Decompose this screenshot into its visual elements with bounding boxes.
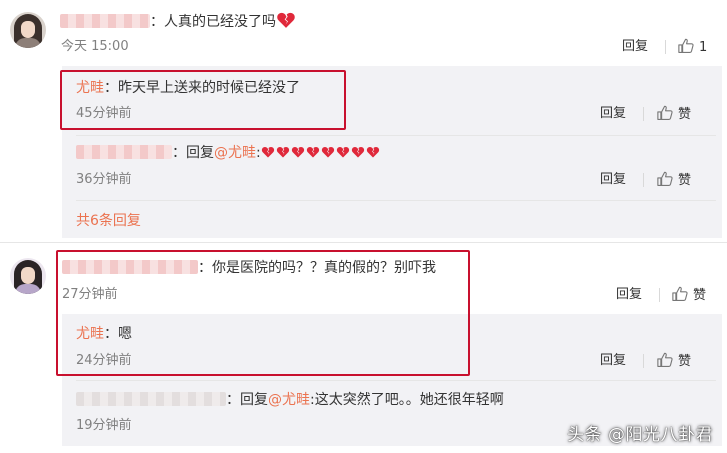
like-button[interactable]: 赞 bbox=[656, 104, 691, 124]
divider bbox=[643, 173, 644, 187]
divider bbox=[643, 354, 644, 368]
reply-time: 19分钟前 bbox=[76, 418, 132, 433]
reply-button[interactable]: 回复 bbox=[600, 171, 626, 189]
broken-heart-icon bbox=[306, 145, 320, 159]
broken-heart-icon bbox=[351, 145, 365, 159]
divider bbox=[76, 200, 716, 201]
reply-button[interactable]: 回复 bbox=[622, 38, 648, 56]
broken-heart-icon bbox=[291, 145, 305, 159]
like-label: 赞 bbox=[678, 354, 692, 369]
thumb-up-icon bbox=[656, 104, 674, 122]
avatar[interactable] bbox=[10, 12, 46, 48]
highlight-box bbox=[60, 70, 346, 130]
username-redacted[interactable] bbox=[60, 14, 150, 28]
broken-heart-icon bbox=[366, 145, 380, 159]
thumb-up-icon bbox=[656, 351, 674, 369]
reply-button[interactable]: 回复 bbox=[600, 105, 626, 123]
username-redacted[interactable] bbox=[76, 145, 172, 159]
broken-heart-icon bbox=[276, 145, 290, 159]
reply-text-line: ：回复@尤畦:这太突然了吧。。她还很年轻啊 bbox=[76, 390, 504, 410]
reply-prefix: ：回复 bbox=[172, 145, 214, 161]
divider bbox=[76, 380, 716, 381]
thumb-up-icon bbox=[677, 37, 695, 55]
mention-link[interactable]: @尤畦 bbox=[268, 392, 310, 408]
broken-heart-icon bbox=[276, 10, 296, 30]
divider bbox=[0, 242, 727, 243]
divider bbox=[643, 107, 644, 121]
thumb-up-icon bbox=[656, 170, 674, 188]
like-button[interactable]: 1 bbox=[677, 37, 707, 57]
reply-button[interactable]: 回复 bbox=[600, 352, 626, 370]
divider bbox=[659, 288, 660, 302]
like-label: 赞 bbox=[678, 107, 692, 122]
thumb-up-icon bbox=[671, 285, 689, 303]
like-button[interactable]: 赞 bbox=[656, 170, 691, 190]
divider bbox=[76, 135, 716, 136]
reply-prefix: ：回复 bbox=[226, 392, 268, 408]
reply-time: 36分钟前 bbox=[76, 172, 132, 187]
like-button[interactable]: 赞 bbox=[656, 351, 691, 371]
broken-heart-icon bbox=[261, 145, 275, 159]
reply-text-line: ：回复@尤畦: bbox=[76, 143, 381, 163]
more-replies-link[interactable]: 共6条回复 bbox=[76, 210, 141, 230]
like-count: 1 bbox=[699, 40, 708, 55]
like-button[interactable]: 赞 bbox=[671, 285, 706, 305]
avatar[interactable] bbox=[10, 258, 46, 294]
broken-heart-icon bbox=[336, 145, 350, 159]
mention-link[interactable]: @尤畦 bbox=[214, 145, 256, 161]
like-label: 赞 bbox=[678, 173, 692, 188]
reply-text: :这太突然了吧。。她还很年轻啊 bbox=[310, 392, 504, 408]
watermark: 头条 @阳光八卦君 bbox=[567, 425, 713, 445]
reply-button[interactable]: 回复 bbox=[616, 286, 642, 304]
highlight-box bbox=[56, 250, 470, 376]
comment-text-line: ：人真的已经没了吗 bbox=[60, 10, 297, 32]
like-label: 赞 bbox=[693, 288, 707, 303]
broken-heart-icon bbox=[321, 145, 335, 159]
comment-time: 今天 15:00 bbox=[61, 39, 129, 54]
comment-text: ：人真的已经没了吗 bbox=[150, 14, 276, 30]
username-redacted[interactable] bbox=[76, 392, 226, 406]
divider bbox=[665, 40, 666, 54]
